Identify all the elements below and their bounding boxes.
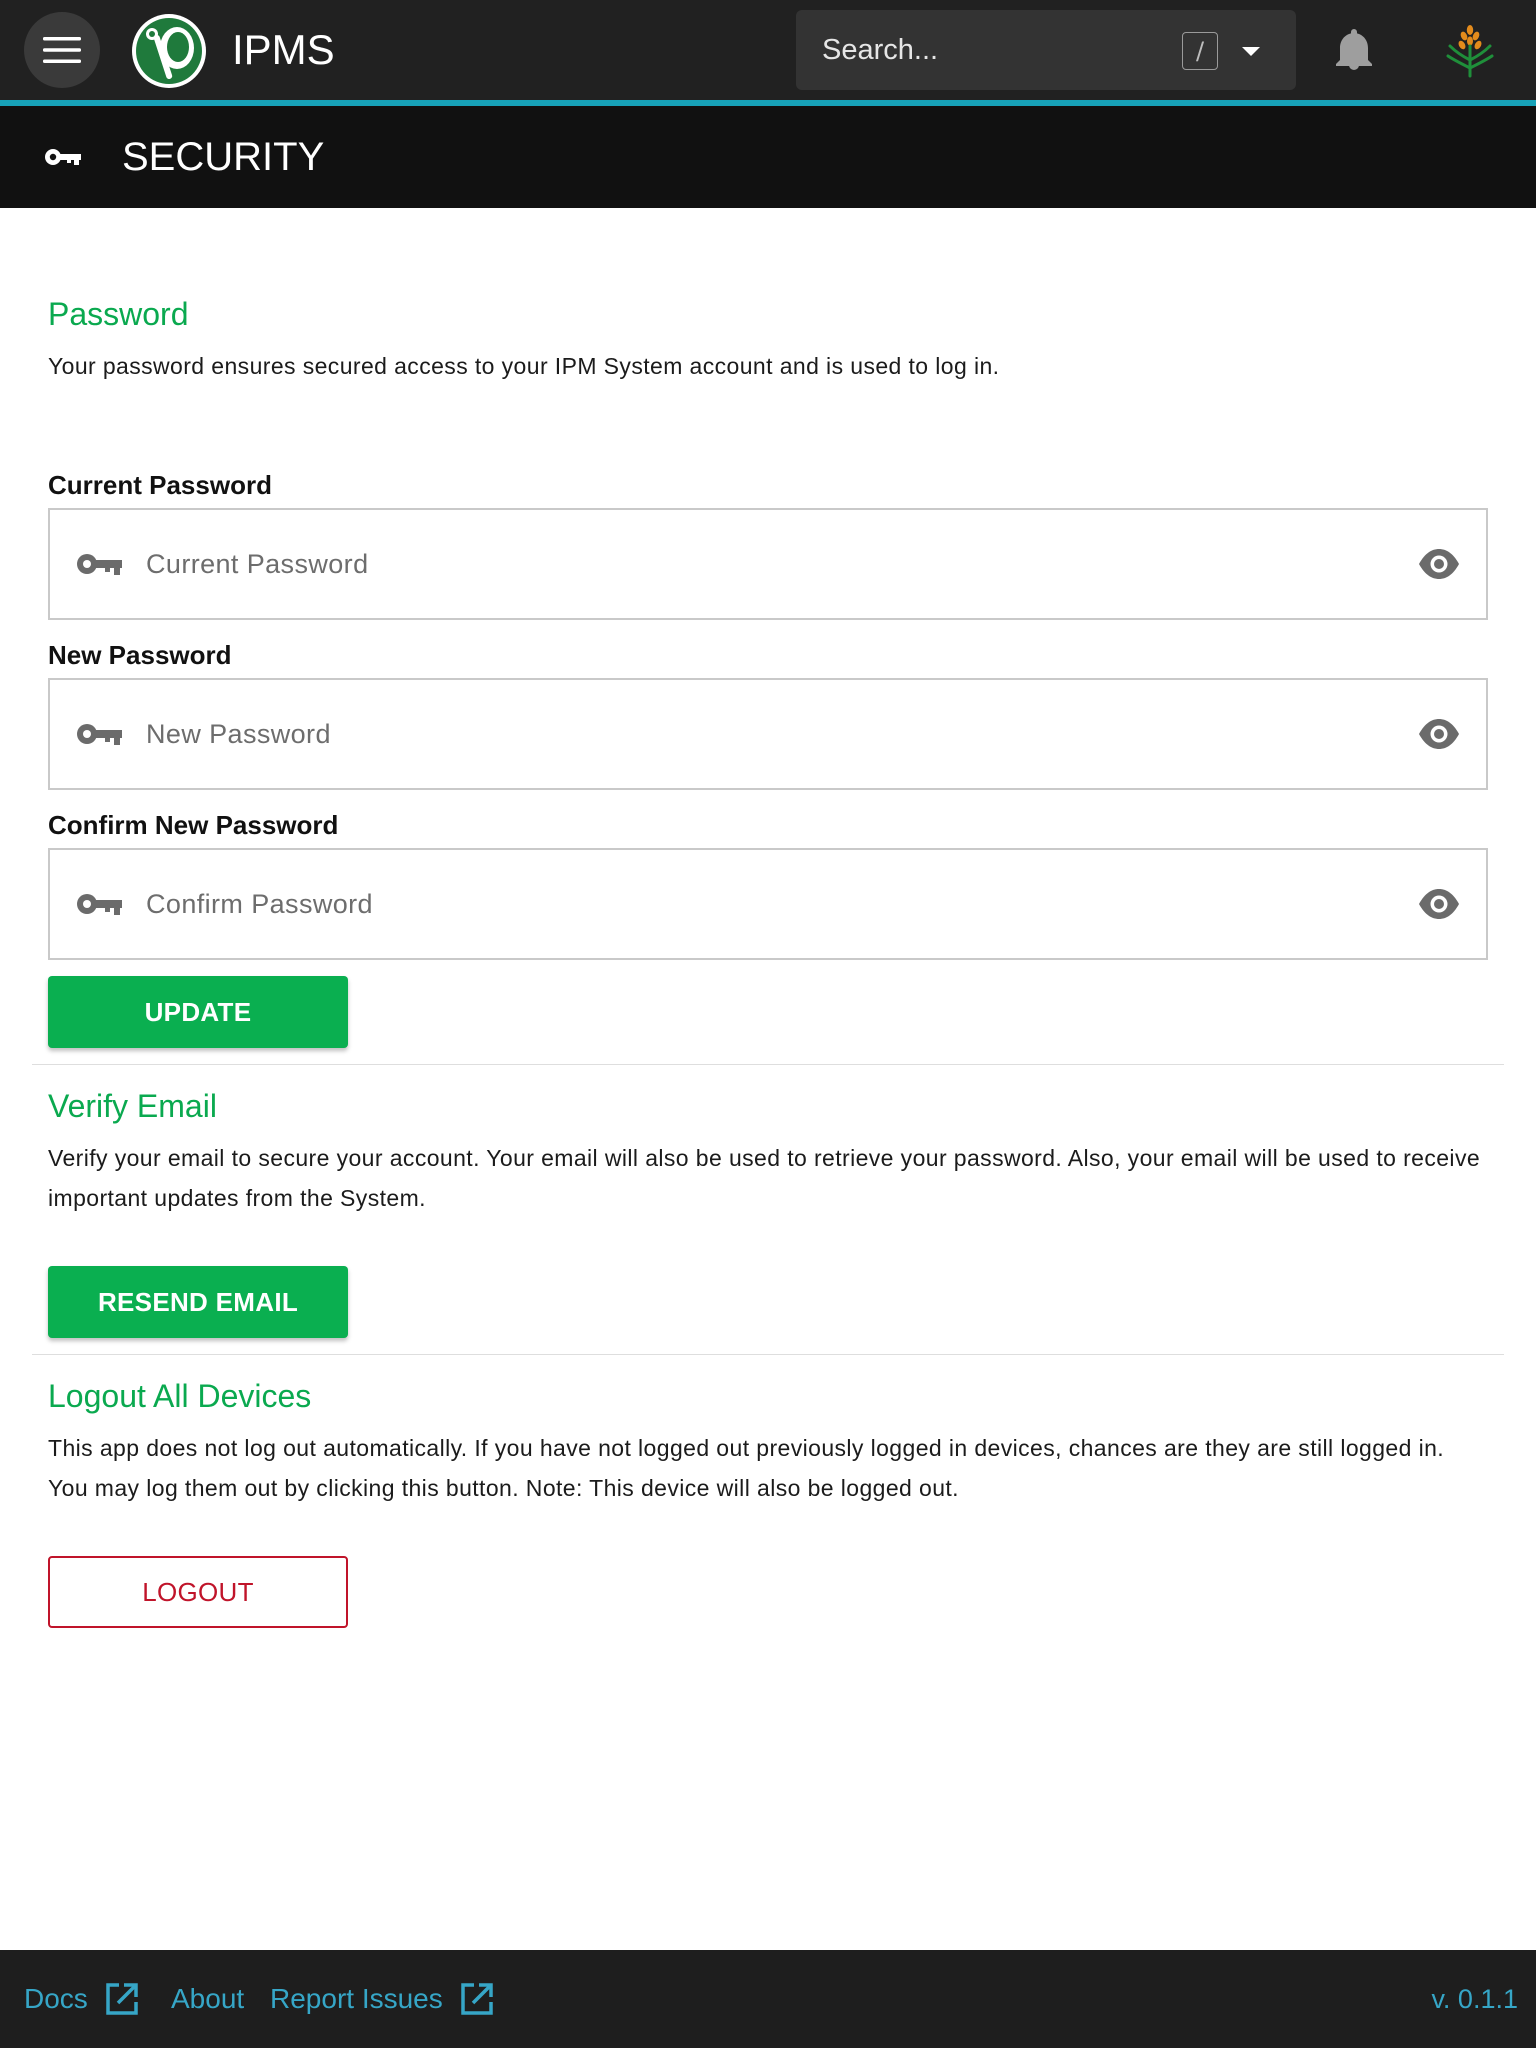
footer: Docs About Report Issues v. 0.1.1: [0, 1950, 1536, 2048]
current-password-input[interactable]: [144, 529, 1416, 599]
report-issues-link[interactable]: Report Issues: [270, 1950, 497, 2048]
eye-icon[interactable]: [1416, 541, 1462, 587]
password-section-description: Your password ensures secured access to …: [48, 353, 1000, 379]
section-divider: [32, 1354, 1504, 1355]
logout-section-title: Logout All Devices: [48, 1378, 312, 1414]
chevron-down-icon[interactable]: [1236, 36, 1266, 66]
new-password-field[interactable]: [48, 678, 1488, 790]
page-title: SECURITY: [122, 134, 325, 179]
external-link-icon: [461, 1983, 493, 2015]
docs-link[interactable]: Docs: [24, 1950, 142, 2048]
eye-icon[interactable]: [1416, 711, 1462, 757]
current-password-label: Current Password: [48, 470, 272, 500]
resend-email-button[interactable]: RESEND EMAIL: [48, 1266, 348, 1338]
top-app-bar: IPMS /: [0, 0, 1536, 100]
app-version: v. 0.1.1: [1431, 1983, 1518, 2014]
verify-email-section-title: Verify Email: [48, 1088, 217, 1124]
password-section-title: Password: [48, 296, 189, 332]
confirm-password-label: Confirm New Password: [48, 810, 339, 840]
eye-icon[interactable]: [1416, 881, 1462, 927]
hamburger-menu-icon: [43, 37, 81, 63]
menu-button[interactable]: [24, 12, 100, 88]
logout-section-description: This app does not log out automatically.…: [48, 1435, 1445, 1501]
key-icon: [45, 149, 81, 165]
external-link-icon: [106, 1983, 138, 2015]
key-icon: [77, 894, 122, 915]
key-icon: [77, 554, 122, 575]
bell-icon[interactable]: [1328, 24, 1380, 76]
ipms-logo: [132, 14, 206, 88]
docs-link-label: Docs: [24, 1983, 88, 2014]
current-password-field[interactable]: [48, 508, 1488, 620]
confirm-password-field[interactable]: [48, 848, 1488, 960]
about-link[interactable]: About: [171, 1950, 244, 2048]
app-name: IPMS: [232, 26, 335, 73]
page-header: SECURITY: [0, 106, 1536, 208]
new-password-label: New Password: [48, 640, 232, 670]
new-password-input[interactable]: [144, 699, 1416, 769]
search-input[interactable]: [820, 20, 1150, 80]
search-shortcut-key: /: [1182, 32, 1218, 70]
wheat-avatar-icon[interactable]: [1440, 20, 1500, 80]
confirm-password-input[interactable]: [144, 869, 1416, 939]
key-icon: [77, 724, 122, 745]
verify-email-description: Verify your email to secure your account…: [48, 1145, 1481, 1211]
section-divider: [32, 1064, 1504, 1065]
search-box[interactable]: /: [796, 10, 1296, 90]
logout-all-button[interactable]: LOGOUT: [48, 1556, 348, 1628]
update-password-button[interactable]: UPDATE: [48, 976, 348, 1048]
report-issues-link-label: Report Issues: [270, 1983, 443, 2014]
